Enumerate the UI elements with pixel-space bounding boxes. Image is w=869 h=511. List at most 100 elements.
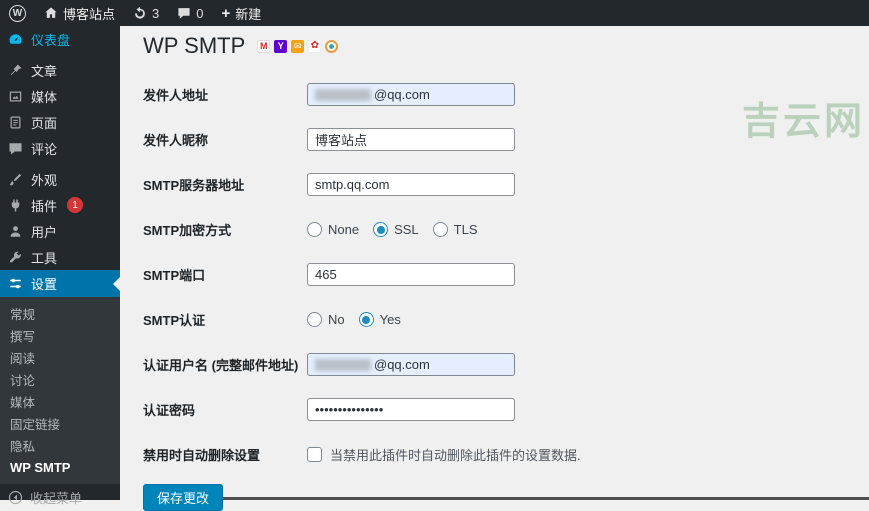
sidebar-label: 外观: [31, 170, 57, 189]
sidebar-item-tools[interactable]: 工具: [0, 244, 120, 270]
update-count: 3: [152, 6, 159, 21]
form-row: SMTP加密方式 None SSL TLS: [143, 207, 869, 252]
email-domain-text: @qq.com: [374, 87, 430, 102]
comments-bubble-icon: [8, 141, 23, 156]
save-changes-button[interactable]: 保存更改: [143, 484, 223, 511]
field-label: SMTP服务器地址: [143, 175, 307, 194]
submenu-item-media[interactable]: 媒体: [0, 390, 120, 412]
smtp-host-input[interactable]: [307, 173, 515, 196]
field-label: 发件人昵称: [143, 130, 307, 149]
submenu-item-writing[interactable]: 撰写: [0, 324, 120, 346]
radio-label: TLS: [454, 222, 478, 237]
sender-nickname-input[interactable]: [307, 128, 515, 151]
submenu-item-general[interactable]: 常规: [0, 302, 120, 324]
sidebar-item-pages[interactable]: 页面: [0, 109, 120, 135]
collapse-label: 收起菜单: [30, 488, 82, 507]
encryption-radio-group: None SSL TLS: [307, 222, 486, 237]
sidebar-item-posts[interactable]: 文章: [0, 57, 120, 83]
sidebar-label: 用户: [31, 222, 57, 241]
current-menu-arrow: [113, 277, 120, 291]
page-title-text: WP SMTP: [143, 32, 245, 60]
admin-sidebar: 仪表盘 文章 媒体 页面 评论 外观 插件 1: [0, 26, 120, 500]
sidebar-label: 文章: [31, 61, 57, 80]
form-row: 发件人昵称: [143, 117, 869, 162]
field-label: SMTP加密方式: [143, 220, 307, 239]
main-content: WP SMTP M Y ✉ ✿ 发件人地址 @qq.com 发件人昵称 SMTP…: [120, 26, 869, 500]
comments-menu[interactable]: 0: [168, 0, 212, 26]
update-refresh-icon: [133, 6, 147, 20]
aol-icon: [325, 40, 338, 53]
smtp-settings-form: 发件人地址 @qq.com 发件人昵称 SMTP服务器地址 SMTP加密方式 N…: [143, 72, 869, 511]
pushpin-icon: [8, 63, 23, 78]
smtp-port-input[interactable]: [307, 263, 515, 286]
auth-username-input[interactable]: @qq.com: [307, 353, 515, 376]
submenu-item-discussion[interactable]: 讨论: [0, 368, 120, 390]
dashboard-gauge-icon: [8, 32, 23, 47]
form-row: 认证用户名 (完整邮件地址) @qq.com: [143, 342, 869, 387]
radio-none[interactable]: [307, 222, 322, 237]
field-label: 认证用户名 (完整邮件地址): [143, 355, 307, 374]
sidebar-item-settings[interactable]: 设置: [0, 270, 120, 297]
sidebar-item-media[interactable]: 媒体: [0, 83, 120, 109]
hotmail-icon: ✉: [291, 40, 304, 53]
sidebar-label: 仪表盘: [31, 30, 70, 49]
wrench-icon: [8, 250, 23, 265]
auth-radio-group: No Yes: [307, 312, 409, 327]
auth-password-input[interactable]: [307, 398, 515, 421]
plugin-update-badge: 1: [67, 197, 83, 213]
form-row: SMTP端口: [143, 252, 869, 297]
censored-text: [315, 89, 371, 101]
sidebar-item-appearance[interactable]: 外观: [0, 166, 120, 192]
submenu-item-reading[interactable]: 阅读: [0, 346, 120, 368]
home-icon: [44, 6, 58, 20]
sidebar-item-plugins[interactable]: 插件 1: [0, 192, 120, 218]
new-label: 新建: [235, 4, 261, 23]
settings-submenu: 常规 撰写 阅读 讨论 媒体 固定链接 隐私 WP SMTP: [0, 297, 120, 484]
visit-site-link[interactable]: 博客站点: [35, 0, 124, 26]
submenu-item-permalinks[interactable]: 固定链接: [0, 412, 120, 434]
radio-label: Yes: [380, 312, 401, 327]
field-label: 禁用时自动删除设置: [143, 445, 307, 464]
censored-text: [315, 359, 371, 371]
field-label: 发件人地址: [143, 85, 307, 104]
radio-label: No: [328, 312, 345, 327]
sidebar-item-comments[interactable]: 评论: [0, 135, 120, 161]
radio-tls[interactable]: [433, 222, 448, 237]
radio-auth-yes[interactable]: [359, 312, 374, 327]
wp-logo-menu[interactable]: W: [0, 0, 35, 26]
submenu-item-wp-smtp[interactable]: WP SMTP: [0, 456, 120, 478]
updates-menu[interactable]: 3: [124, 0, 168, 26]
new-content-menu[interactable]: + 新建: [212, 0, 270, 26]
pages-document-icon: [8, 115, 23, 130]
form-row: 禁用时自动删除设置 当禁用此插件时自动删除此插件的设置数据.: [143, 432, 869, 477]
submenu-item-privacy[interactable]: 隐私: [0, 434, 120, 456]
delete-settings-checkbox[interactable]: [307, 447, 322, 462]
email-provider-icons: M Y ✉ ✿: [257, 40, 338, 53]
plugin-icon: [8, 198, 23, 213]
checkbox-description: 当禁用此插件时自动删除此插件的设置数据.: [330, 445, 581, 464]
radio-label: None: [328, 222, 359, 237]
sidebar-label: 页面: [31, 113, 57, 132]
page-title: WP SMTP M Y ✉ ✿: [143, 32, 869, 60]
email-domain-text: @qq.com: [374, 357, 430, 372]
radio-auth-no[interactable]: [307, 312, 322, 327]
sidebar-item-dashboard[interactable]: 仪表盘: [0, 26, 120, 52]
collapse-arrow-icon: [8, 490, 23, 505]
sidebar-item-users[interactable]: 用户: [0, 218, 120, 244]
sidebar-label: 媒体: [31, 87, 57, 106]
collapse-menu-button[interactable]: 收起菜单: [0, 484, 120, 510]
form-row: 认证密码: [143, 387, 869, 432]
comment-count: 0: [196, 6, 203, 21]
mail-service-icon: ✿: [308, 40, 321, 53]
wordpress-logo-icon: W: [9, 5, 26, 22]
comment-bubble-icon: [177, 6, 191, 20]
field-label: SMTP认证: [143, 310, 307, 329]
form-row: SMTP认证 No Yes: [143, 297, 869, 342]
settings-sliders-icon: [8, 276, 23, 291]
gmail-icon: M: [257, 40, 270, 53]
radio-ssl[interactable]: [373, 222, 388, 237]
field-label: SMTP端口: [143, 265, 307, 284]
site-name: 博客站点: [63, 4, 115, 23]
sender-address-input[interactable]: @qq.com: [307, 83, 515, 106]
media-photo-icon: [8, 89, 23, 104]
